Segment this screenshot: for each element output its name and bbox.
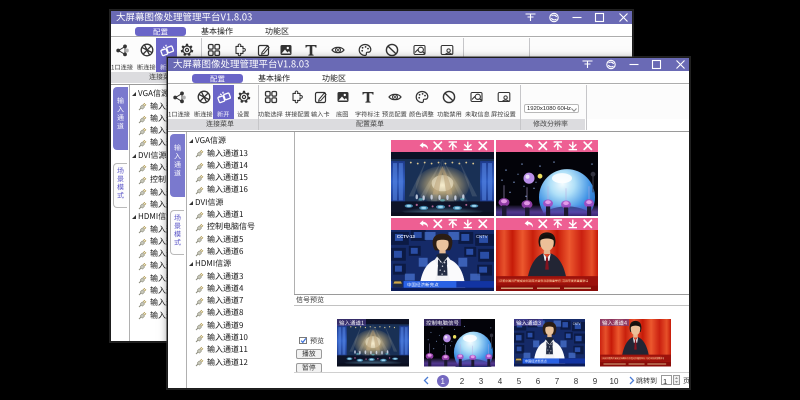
svg-text:CCTV-13: CCTV-13 (396, 233, 414, 238)
svg-text:CNTV: CNTV (572, 322, 581, 326)
svg-text:CNTV: CNTV (476, 233, 488, 238)
